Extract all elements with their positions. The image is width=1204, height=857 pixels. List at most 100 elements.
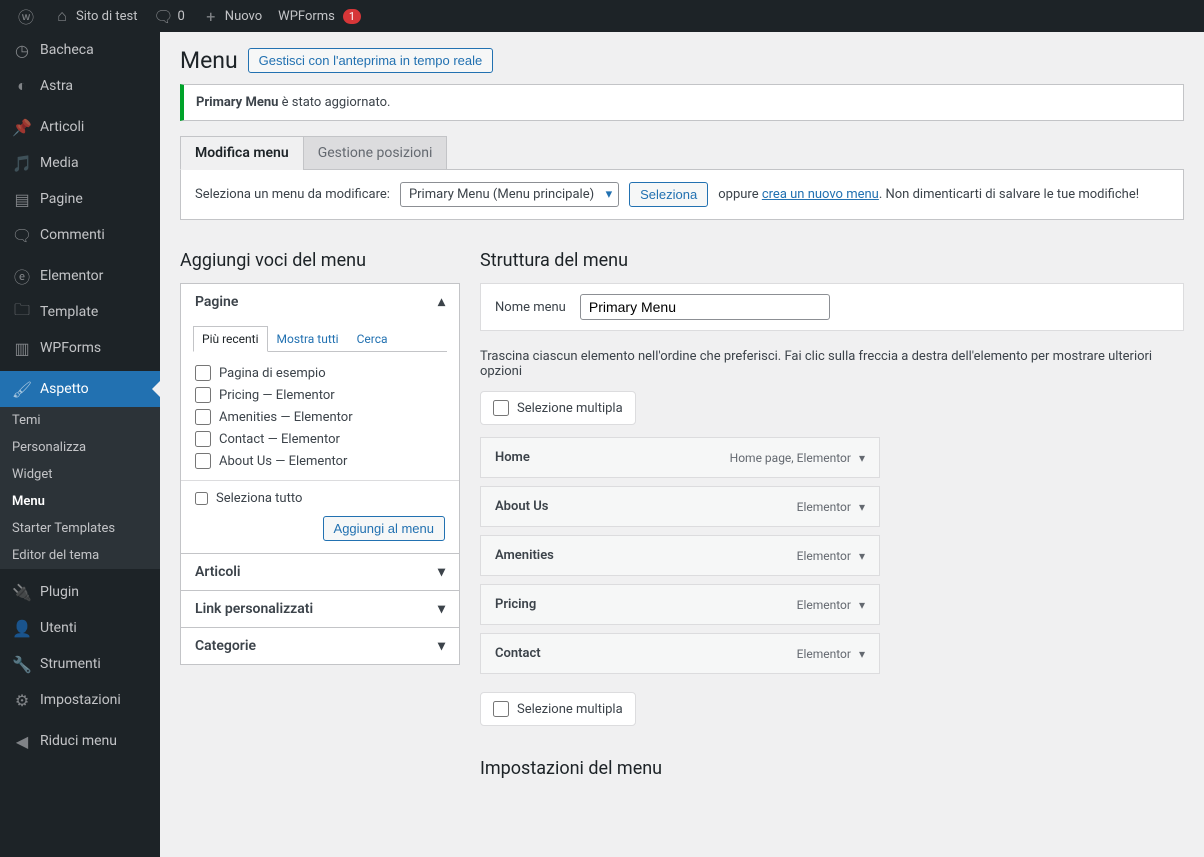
categories-toggle[interactable]: Categorie▾ [181, 628, 459, 664]
sidebar-item-commenti[interactable]: 🗨Commenti [0, 217, 160, 253]
new-link[interactable]: +Nuovo [193, 0, 270, 32]
sidebar-item-aspetto[interactable]: 🖌 Aspetto [0, 371, 160, 407]
sidebar-sub-widget[interactable]: Widget [0, 461, 160, 488]
tab-recent[interactable]: Più recenti [193, 326, 268, 352]
sidebar-item-wpforms[interactable]: ▥ WPForms [0, 330, 160, 366]
caret-down-icon: ▾ [438, 638, 445, 654]
menu-select[interactable]: Primary Menu (Menu principale) [400, 182, 619, 207]
sidebar-item-articoli[interactable]: 📌Articoli [0, 109, 160, 145]
caret-down-icon[interactable]: ▾ [859, 500, 865, 514]
page-checkbox[interactable] [195, 409, 211, 425]
template-icon: 🗀 [12, 302, 32, 322]
admin-sidebar: ◷Bacheca◐Astra 📌Articoli🎵Media▤Pagine🗨Com… [0, 32, 160, 857]
tab-edit-menu[interactable]: Modifica menu [180, 136, 304, 170]
select-button[interactable]: Seleziona [629, 182, 708, 207]
page-checkbox[interactable] [195, 431, 211, 447]
tab-manage-locations[interactable]: Gestione posizioni [303, 136, 448, 170]
success-notice: Primary Menu è stato aggiornato. [180, 84, 1184, 121]
menu-select-bar: Seleziona un menu da modificare: Primary… [180, 169, 1184, 220]
page-checkbox[interactable] [195, 387, 211, 403]
menu-item[interactable]: PricingElementor ▾ [480, 584, 880, 625]
add-to-menu-button[interactable]: Aggiungi al menu [323, 516, 445, 541]
caret-down-icon[interactable]: ▾ [859, 647, 865, 661]
comment-icon: 🗨 [12, 225, 32, 245]
articles-metabox: Articoli▾ [180, 553, 460, 591]
sidebar-sub-temi[interactable]: Temi [0, 407, 160, 434]
sidebar-item-template[interactable]: 🗀Template [0, 294, 160, 330]
create-menu-link[interactable]: crea un nuovo menu [762, 187, 879, 202]
wpforms-icon: ▥ [12, 338, 32, 358]
sidebar-sub-personalizza[interactable]: Personalizza [0, 434, 160, 461]
caret-down-icon[interactable]: ▾ [859, 598, 865, 612]
bulk-select-checkbox-bottom[interactable] [493, 701, 509, 717]
caret-down-icon[interactable]: ▾ [859, 549, 865, 563]
brush-icon: 🖌 [12, 379, 32, 399]
wpforms-link[interactable]: WPForms1 [270, 0, 369, 32]
sidebar-item-label: Plugin [40, 584, 79, 600]
add-items-heading: Aggiungi voci del menu [180, 250, 460, 271]
sidebar-item-label: Bacheca [40, 42, 94, 58]
sidebar-item-impostazioni[interactable]: ⚙ Impostazioni [0, 682, 160, 718]
menu-item-type: Home page, Elementor ▾ [730, 451, 865, 465]
sidebar-item-label: Aspetto [40, 381, 89, 397]
sidebar-item-label: Riduci menu [40, 733, 117, 749]
site-link[interactable]: ⌂Sito di test [44, 0, 145, 32]
articles-toggle[interactable]: Articoli▾ [181, 554, 459, 590]
sidebar-item-label: WPForms [40, 340, 101, 356]
sidebar-sub-editor-del-tema[interactable]: Editor del tema [0, 542, 160, 569]
menu-item-title: Home [495, 450, 530, 465]
menu-item-type: Elementor ▾ [797, 500, 865, 514]
sidebar-item-riduci-menu[interactable]: ◀Riduci menu [0, 723, 160, 759]
wp-logo[interactable]: ⓦ [8, 0, 44, 32]
sidebar-item-pagine[interactable]: ▤Pagine [0, 181, 160, 217]
bulk-select-bottom: Selezione multipla [480, 692, 636, 726]
sidebar-item-astra[interactable]: ◐Astra [0, 68, 160, 104]
menu-item[interactable]: About UsElementor ▾ [480, 486, 880, 527]
select-all-label: Seleziona tutto [216, 491, 302, 506]
content-area: Menu Gestisci con l'anteprima in tempo r… [160, 32, 1204, 857]
page-checkbox[interactable] [195, 453, 211, 469]
sidebar-item-strumenti[interactable]: 🔧Strumenti [0, 646, 160, 682]
pages-toggle[interactable]: Pagine▴ [181, 284, 459, 320]
page-label: About Us — Elementor [219, 454, 347, 469]
menu-item-type: Elementor ▾ [797, 598, 865, 612]
menu-item[interactable]: Home Home page, Elementor ▾ [480, 437, 880, 478]
astra-icon: ◐ [12, 76, 32, 96]
caret-down-icon: ▾ [438, 601, 445, 617]
sidebar-item-media[interactable]: 🎵Media [0, 145, 160, 181]
page-option: About Us — Elementor [181, 450, 459, 472]
sidebar-sub-menu[interactable]: Menu [0, 488, 160, 515]
custom-links-toggle[interactable]: Link personalizzati▾ [181, 591, 459, 627]
page-checkbox[interactable] [195, 365, 211, 381]
notice-strong: Primary Menu [196, 95, 278, 110]
sidebar-item-utenti[interactable]: 👤Utenti [0, 610, 160, 646]
tab-view-all[interactable]: Mostra tutti [268, 326, 348, 352]
tab-search[interactable]: Cerca [348, 326, 397, 352]
pages-metabox: Pagine▴ Più recenti Mostra tutti Cerca P… [180, 283, 460, 554]
bulk-select-checkbox[interactable] [493, 400, 509, 416]
sidebar-item-plugin[interactable]: 🔌 Plugin [0, 574, 160, 610]
wordpress-icon: ⓦ [16, 6, 36, 26]
settings-icon: ⚙ [12, 690, 32, 710]
structure-help: Trascina ciascun elemento nell'ordine ch… [480, 349, 1184, 379]
page-option: Pricing — Elementor [181, 384, 459, 406]
site-name: Sito di test [76, 9, 137, 24]
caret-down-icon[interactable]: ▾ [859, 451, 865, 465]
select-all-checkbox[interactable] [195, 492, 208, 505]
plugin-icon: 🔌 [12, 582, 32, 602]
sidebar-item-elementor[interactable]: ⓔElementor [0, 258, 160, 294]
menu-item[interactable]: AmenitiesElementor ▾ [480, 535, 880, 576]
plus-icon: + [201, 6, 221, 26]
live-preview-button[interactable]: Gestisci con l'anteprima in tempo reale [248, 48, 494, 73]
sidebar-sub-starter-templates[interactable]: Starter Templates [0, 515, 160, 542]
comment-count: 0 [177, 9, 184, 24]
comments-link[interactable]: 🗨0 [145, 0, 192, 32]
structure-heading: Struttura del menu [480, 250, 1184, 271]
sidebar-item-bacheca[interactable]: ◷Bacheca [0, 32, 160, 68]
menu-item[interactable]: ContactElementor ▾ [480, 633, 880, 674]
menu-name-label: Nome menu [495, 300, 566, 315]
sidebar-item-label: Impostazioni [40, 692, 121, 708]
page-label: Pagina di esempio [219, 366, 326, 381]
menu-name-input[interactable] [580, 294, 830, 320]
sidebar-item-label: Media [40, 155, 79, 171]
